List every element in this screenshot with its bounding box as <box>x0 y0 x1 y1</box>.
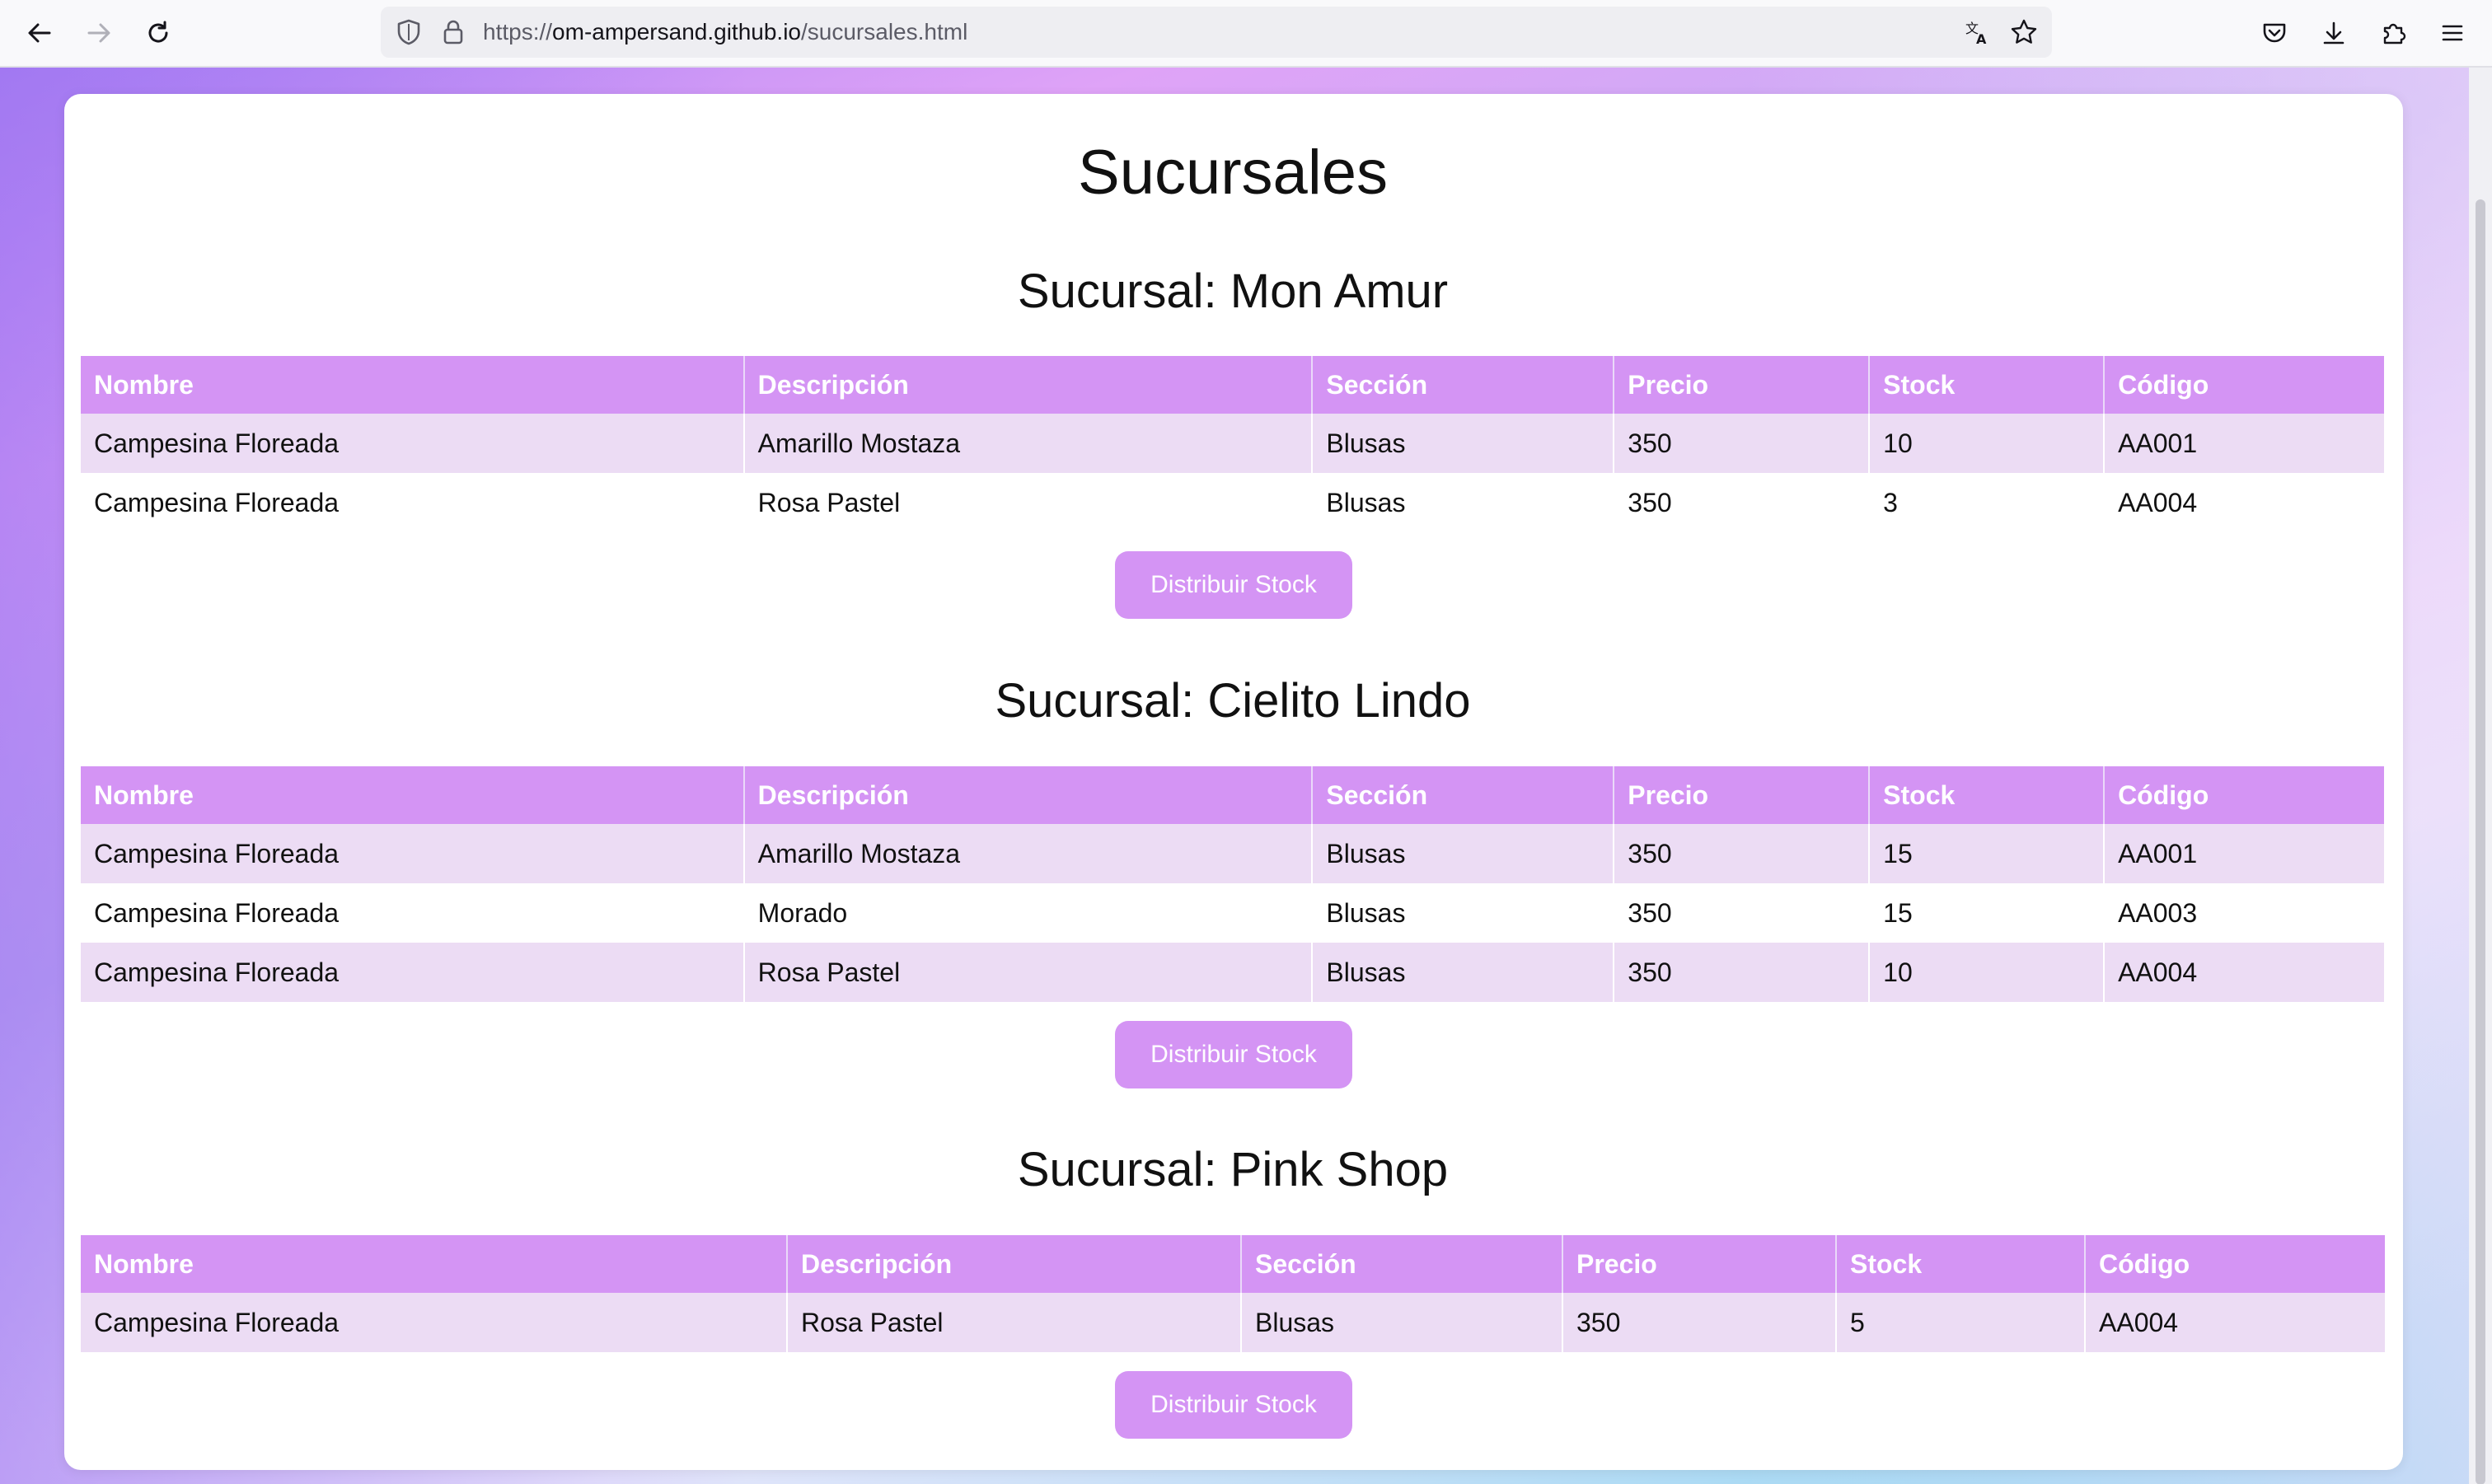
cell-stock: 3 <box>1869 473 2106 532</box>
distribute-stock-button-cielito-lindo[interactable]: Distribuir Stock <box>1115 1021 1352 1088</box>
svg-text:A: A <box>1976 31 1987 46</box>
table-row: Campesina Floreada Amarillo Mostaza Blus… <box>81 414 2384 473</box>
column-header-descripcion: Descripción <box>787 1235 1242 1293</box>
branch-title-mon-amur: Sucursal: Mon Amur <box>1017 264 1449 318</box>
cell-codigo: AA001 <box>2104 414 2384 473</box>
table-row: Campesina Floreada Morado Blusas 350 15 … <box>81 883 2385 943</box>
cell-precio: 350 <box>1614 824 1871 883</box>
cell-nombre: Campesina Floreada <box>81 883 745 943</box>
url-path: /sucursales.html <box>801 19 968 44</box>
table-row: Campesina Floreada Rosa Pastel Blusas 35… <box>81 943 2384 1002</box>
column-header-precio: Precio <box>1562 1235 1837 1293</box>
stock-table-mon-amur: Nombre Descripción Sección Precio Stock … <box>81 356 2385 532</box>
cell-stock: 10 <box>1869 414 2106 473</box>
column-header-descripcion: Descripción <box>743 356 1314 414</box>
cell-precio: 350 <box>1614 883 1871 943</box>
cell-precio: 350 <box>1562 1293 1837 1352</box>
url-prefix: https:// <box>483 19 553 44</box>
column-header-stock: Stock <box>1869 766 2106 824</box>
table-header-row: Nombre Descripción Sección Precio Stock … <box>81 1235 2385 1293</box>
column-header-precio: Precio <box>1614 356 1871 414</box>
distribute-stock-button-pink-shop[interactable]: Distribuir Stock <box>1115 1371 1352 1439</box>
cell-descripcion: Rosa Pastel <box>743 943 1314 1002</box>
column-header-descripcion: Descripción <box>743 766 1314 824</box>
page-title: Sucursales <box>1078 138 1388 208</box>
cell-nombre: Campesina Floreada <box>81 473 745 532</box>
browser-toolbar: https://om-ampersand.github.io/sucursale… <box>0 0 2492 68</box>
cell-precio: 350 <box>1614 943 1871 1002</box>
cell-seccion: Blusas <box>1312 883 1615 943</box>
column-header-nombre: Nombre <box>81 356 745 414</box>
cell-codigo: AA004 <box>2104 473 2385 532</box>
column-header-nombre: Nombre <box>81 766 745 824</box>
cell-seccion: Blusas <box>1241 1293 1563 1352</box>
cell-precio: 350 <box>1614 473 1871 532</box>
cell-precio: 350 <box>1614 414 1871 473</box>
cell-codigo: AA003 <box>2104 883 2385 943</box>
column-header-nombre: Nombre <box>81 1235 788 1293</box>
table-row: Campesina Floreada Rosa Pastel Blusas 35… <box>81 1293 2385 1352</box>
extensions-icon[interactable] <box>2373 13 2413 53</box>
branch-title-cielito-lindo: Sucursal: Cielito Lindo <box>995 674 1471 728</box>
cell-nombre: Campesina Floreada <box>81 1293 788 1352</box>
stock-table-pink-shop: Nombre Descripción Sección Precio Stock … <box>81 1235 2385 1352</box>
lock-icon[interactable] <box>438 17 468 47</box>
url-host: om-ampersand.github.io <box>552 19 801 44</box>
cell-descripcion: Amarillo Mostaza <box>743 824 1314 883</box>
column-header-stock: Stock <box>1869 356 2106 414</box>
cell-descripcion: Rosa Pastel <box>743 473 1314 532</box>
table-header-row: Nombre Descripción Sección Precio Stock … <box>81 766 2384 824</box>
stock-table-cielito-lindo: Nombre Descripción Sección Precio Stock … <box>81 766 2385 1002</box>
cell-seccion: Blusas <box>1312 824 1615 883</box>
cell-descripcion: Morado <box>743 883 1314 943</box>
column-header-seccion: Sección <box>1312 766 1615 824</box>
reload-icon[interactable] <box>138 13 178 53</box>
bookmark-star-icon[interactable] <box>2009 17 2039 47</box>
table-row: Campesina Floreada Rosa Pastel Blusas 35… <box>81 473 2385 532</box>
column-header-codigo: Código <box>2104 356 2384 414</box>
cell-stock: 10 <box>1869 943 2106 1002</box>
cell-stock: 15 <box>1869 824 2106 883</box>
scrollbar[interactable] <box>2469 68 2492 1484</box>
cell-nombre: Campesina Floreada <box>81 943 745 1002</box>
cell-seccion: Blusas <box>1312 943 1615 1002</box>
column-header-seccion: Sección <box>1312 356 1615 414</box>
distribute-stock-button-mon-amur[interactable]: Distribuir Stock <box>1115 551 1352 619</box>
cell-codigo: AA001 <box>2104 824 2384 883</box>
column-header-precio: Precio <box>1614 766 1871 824</box>
branch-title-pink-shop: Sucursal: Pink Shop <box>1017 1143 1449 1196</box>
downloads-icon[interactable] <box>2314 13 2354 53</box>
menu-icon[interactable] <box>2433 13 2472 53</box>
column-header-codigo: Código <box>2104 766 2384 824</box>
address-bar[interactable]: https://om-ampersand.github.io/sucursale… <box>381 7 2052 58</box>
cell-stock: 15 <box>1869 883 2106 943</box>
forward-icon[interactable] <box>79 13 119 53</box>
column-header-stock: Stock <box>1836 1235 2086 1293</box>
shield-icon[interactable] <box>394 17 424 47</box>
cell-seccion: Blusas <box>1312 414 1615 473</box>
back-icon[interactable] <box>20 13 59 53</box>
column-header-codigo: Código <box>2085 1235 2385 1293</box>
cell-seccion: Blusas <box>1312 473 1615 532</box>
table-row: Campesina Floreada Amarillo Mostaza Blus… <box>81 824 2384 883</box>
scrollbar-thumb[interactable] <box>2476 199 2485 1484</box>
translate-icon[interactable]: 文A <box>1963 17 1993 47</box>
cell-nombre: Campesina Floreada <box>81 824 745 883</box>
cell-codigo: AA004 <box>2104 943 2384 1002</box>
cell-stock: 5 <box>1836 1293 2086 1352</box>
cell-nombre: Campesina Floreada <box>81 414 745 473</box>
url-text[interactable]: https://om-ampersand.github.io/sucursale… <box>483 7 967 58</box>
cell-descripcion: Amarillo Mostaza <box>743 414 1314 473</box>
cell-descripcion: Rosa Pastel <box>787 1293 1242 1352</box>
table-header-row: Nombre Descripción Sección Precio Stock … <box>81 356 2384 414</box>
pocket-icon[interactable] <box>2255 13 2294 53</box>
column-header-seccion: Sección <box>1241 1235 1563 1293</box>
cell-codigo: AA004 <box>2085 1293 2385 1352</box>
